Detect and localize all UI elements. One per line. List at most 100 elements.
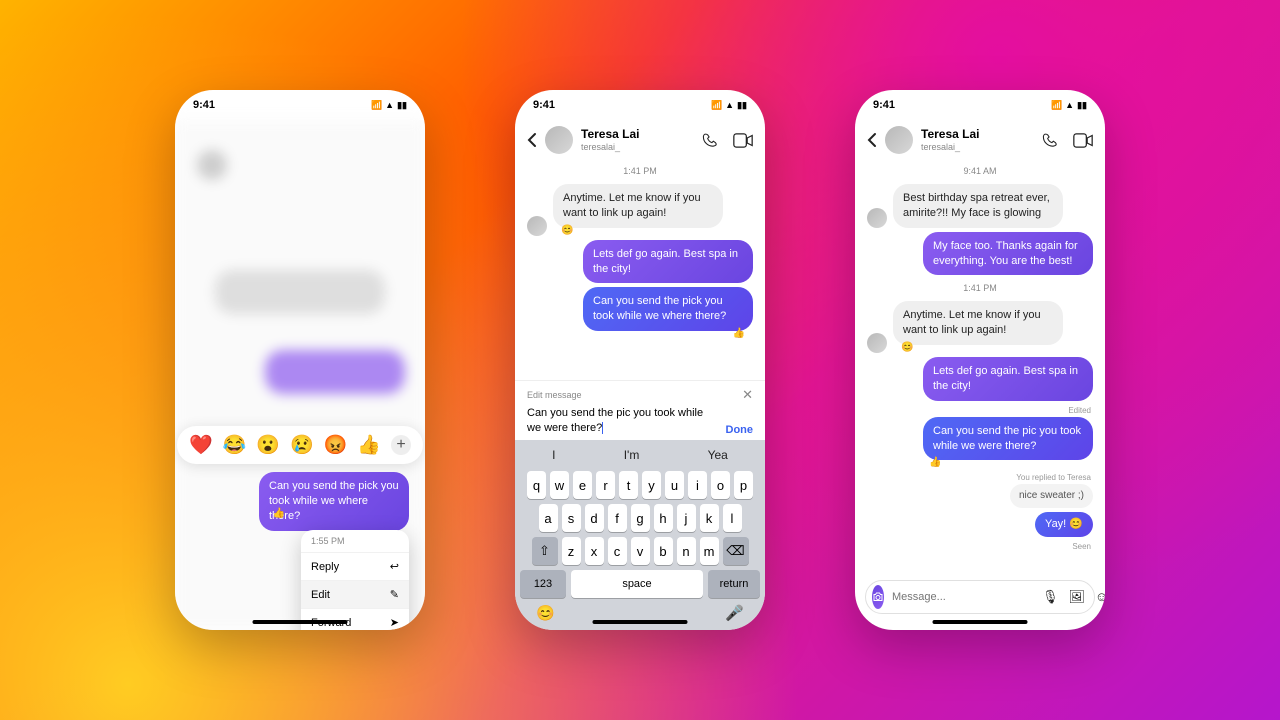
key[interactable]: c [608,537,627,565]
menu-forward[interactable]: Forward➤ [301,608,409,630]
selected-message: Can you send the pick you took while we … [259,472,409,531]
mic-icon[interactable]: 🎤 [725,604,744,622]
key[interactable]: r [596,471,615,499]
key[interactable]: m [700,537,719,565]
call-icon[interactable] [702,132,719,149]
react-angry[interactable]: 😡 [324,433,348,457]
suggestion[interactable]: Yea [708,448,728,462]
timestamp: 9:41 AM [855,166,1105,176]
key[interactable]: p [734,471,753,499]
phone-edit: 9:41 📶▲▮▮ Teresa Lai teresalai_ 1:41 PM … [515,90,765,630]
contact-block[interactable]: Teresa Lai teresalai_ [581,128,639,151]
key[interactable]: n [677,537,696,565]
back-icon[interactable] [527,132,537,148]
key[interactable]: l [723,504,742,532]
react-heart[interactable]: ❤️ [189,433,213,457]
key[interactable]: b [654,537,673,565]
numbers-key[interactable]: 123 [520,570,566,598]
avatar[interactable] [885,126,913,154]
message-bubble[interactable]: Yay! 😊 [1035,512,1093,537]
suggestion[interactable]: I [552,448,555,462]
message-bubble[interactable]: Lets def go again. Best spa in the city! [923,357,1093,401]
react-sad[interactable]: 😢 [290,433,314,457]
message-bubble[interactable]: Anytime. Let me know if you want to link… [553,184,723,228]
home-indicator[interactable] [593,620,688,624]
pencil-icon: ✎ [390,588,399,601]
reaction: 👍 [929,457,1093,468]
phone-result: 9:41 📶▲▮▮ Teresa Lai teresalai_ 9:41 AM … [855,90,1105,630]
contact-block[interactable]: Teresa Lai teresalai_ [921,128,979,151]
shift-key[interactable]: ⇧ [532,537,558,565]
message-composer[interactable]: 🎙 🖼 ☺ [865,580,1095,614]
incoming-row: Anytime. Let me know if you want to link… [855,299,1105,355]
react-more-icon[interactable]: + [391,435,411,455]
menu-reply[interactable]: Reply↩︎ [301,552,409,580]
battery-icon: ▮▮ [397,100,407,111]
react-laugh[interactable]: 😂 [223,433,247,457]
contact-name: Teresa Lai [921,128,979,141]
video-icon[interactable] [1073,133,1093,148]
message-bubble[interactable]: Anytime. Let me know if you want to link… [893,301,1063,345]
menu-edit[interactable]: Edit✎ [301,580,409,608]
message-input[interactable] [892,591,1034,603]
key[interactable]: h [654,504,673,532]
camera-button[interactable] [872,585,884,609]
dm-header: Teresa Lai teresalai_ [515,120,765,160]
message-bubble[interactable]: Best birthday spa retreat ever, amirite?… [893,184,1063,228]
key[interactable]: o [711,471,730,499]
wifi-icon: ▲ [385,100,394,110]
key[interactable]: z [562,537,581,565]
outgoing-row: My face too. Thanks again for everything… [855,230,1105,278]
key[interactable]: a [539,504,558,532]
key[interactable]: i [688,471,707,499]
space-key[interactable]: space [571,570,703,598]
home-indicator[interactable] [933,620,1028,624]
message-bubble[interactable]: Can you send the pic you took while we w… [923,417,1093,461]
incoming-row: Best birthday spa retreat ever, amirite?… [855,182,1105,230]
edit-message-bar: Edit message ✕ Can you send the pic you … [515,380,765,440]
done-button[interactable]: Done [726,424,754,436]
reaction: 😊 [561,225,723,236]
message-bubble[interactable]: Lets def go again. Best spa in the city! [583,240,753,284]
outgoing-row: Lets def go again. Best spa in the city! [515,238,765,286]
key[interactable]: j [677,504,696,532]
key[interactable]: t [619,471,638,499]
key[interactable]: k [700,504,719,532]
call-icon[interactable] [1042,132,1059,149]
video-icon[interactable] [733,133,753,148]
return-key[interactable]: return [708,570,760,598]
mic-icon[interactable]: 🎙 [1042,589,1059,605]
key[interactable]: q [527,471,546,499]
status-icons: 📶▲▮▮ [711,100,747,111]
react-wow[interactable]: 😮 [256,433,280,457]
key[interactable]: u [665,471,684,499]
emoji-key[interactable]: 😊 [536,604,555,622]
suggestion-row[interactable]: I I'm Yea [518,444,762,466]
backspace-key[interactable]: ⌫ [723,537,749,565]
contact-username: teresalai_ [921,142,979,152]
close-icon[interactable]: ✕ [742,387,753,403]
key[interactable]: s [562,504,581,532]
suggestion[interactable]: I'm [624,448,640,462]
key[interactable]: d [585,504,604,532]
edit-input[interactable]: Can you send the pic you took while we w… [527,406,720,436]
context-menu[interactable]: 1:55 PM Reply↩︎ Edit✎ Forward➤ Copy⧉ Uns… [301,530,409,630]
reaction-bar[interactable]: ❤️ 😂 😮 😢 😡 👍 + [177,426,423,464]
sticker-icon[interactable]: ☺ [1095,589,1105,605]
key[interactable]: x [585,537,604,565]
message-bubble[interactable]: My face too. Thanks again for everything… [923,232,1093,276]
key[interactable]: v [631,537,650,565]
react-thumbsup[interactable]: 👍 [357,433,381,457]
avatar[interactable] [545,126,573,154]
home-indicator[interactable] [253,620,348,624]
key[interactable]: f [608,504,627,532]
photo-icon[interactable]: 🖼 [1069,589,1086,605]
clock: 9:41 [873,99,895,111]
key[interactable]: e [573,471,592,499]
back-icon[interactable] [867,132,877,148]
key[interactable]: y [642,471,661,499]
message-bubble[interactable]: Can you send the pick you took while we … [583,287,753,331]
key[interactable]: g [631,504,650,532]
keyboard[interactable]: I I'm Yea qwertyuiop asdfghjkl ⇧ zxcvbnm… [515,440,765,630]
key[interactable]: w [550,471,569,499]
